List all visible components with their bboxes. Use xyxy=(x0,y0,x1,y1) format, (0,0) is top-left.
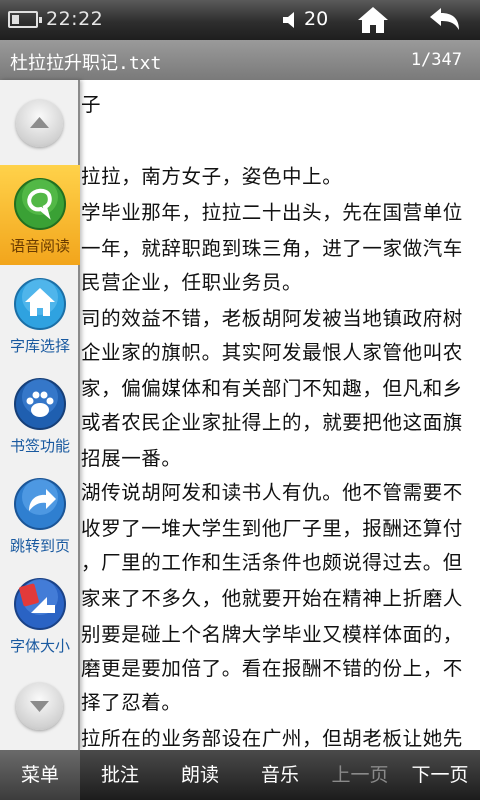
text-line: 民营企业，任职业务员。 xyxy=(81,271,303,294)
text-line: 择了忍着。 xyxy=(81,691,182,714)
text-line: 拉拉，南方女子，姿色中上。 xyxy=(81,165,343,188)
bottom-menu-bar: 菜单 批注 朗读 音乐 上一页 下一页 xyxy=(0,750,480,800)
triangle-up-icon xyxy=(30,117,49,128)
text-line: 学毕业那年，拉拉二十出头，先在国营单位 xyxy=(81,201,463,224)
scroll-up-button[interactable] xyxy=(16,100,63,147)
text-line: 拉所在的业务部设在广州，但胡老板让她先 xyxy=(81,727,463,750)
text-line: 子 xyxy=(81,93,102,116)
text-line: ，厂里的工作和生活条件也颇说得过去。但 xyxy=(81,551,463,574)
text-line: 司的效益不错，老板胡阿发被当地镇政府树 xyxy=(81,307,463,330)
read-aloud-button[interactable]: 朗读 xyxy=(160,750,240,800)
menu-button[interactable]: 菜单 xyxy=(0,750,80,800)
paw-icon xyxy=(14,378,66,430)
annotate-button[interactable]: 批注 xyxy=(80,750,160,800)
speech-bubble-icon xyxy=(14,178,66,230)
tool-label: 书签功能 xyxy=(9,437,70,455)
battery-icon xyxy=(8,11,42,28)
text-line: 别要是碰上个名牌大学毕业又模样体面的， xyxy=(81,623,463,646)
clock: 22:22 xyxy=(46,8,104,30)
title-bar: 杜拉拉升职记.txt 1/347 xyxy=(0,40,480,80)
text-line: 磨更是要加倍了。看在报酬不错的份上，不 xyxy=(81,657,463,680)
text-line: 湖传说胡阿发和读书人有仇。他不管需要不 xyxy=(81,481,463,504)
book-title: 杜拉拉升职记.txt xyxy=(10,53,162,74)
prev-page-button[interactable]: 上一页 xyxy=(320,750,400,800)
home-icon[interactable] xyxy=(356,5,390,35)
reading-area[interactable]: 子 拉拉，南方女子，姿色中上。 学毕业那年，拉拉二十出头，先在国营单位 一年，就… xyxy=(80,80,480,750)
text-line: 收罗了一堆大学生到他厂子里，报酬还算付 xyxy=(81,517,463,540)
back-arrow-icon[interactable] xyxy=(426,5,462,35)
tool-font-size[interactable]: 字体大小 xyxy=(0,565,80,665)
speaker-icon[interactable] xyxy=(281,9,303,31)
text-line: 企业家的旗帜。其实阿发最恨人家管他叫农 xyxy=(81,341,463,364)
volume-level: 20 xyxy=(304,8,329,30)
house-icon xyxy=(14,278,66,330)
arrow-cards-icon xyxy=(14,578,66,630)
tool-sidebar: 语音阅读 字库选择 书签功能 跳转到页 字体大小 xyxy=(0,80,80,750)
text-line: 或者农民企业家扯得上的，就要把他这面旗 xyxy=(81,411,463,434)
text-line: 招展一番。 xyxy=(81,447,182,470)
triangle-down-icon xyxy=(30,701,49,712)
text-line: 一年，就辞职跑到珠三角，进了一家做汽车 xyxy=(81,237,463,260)
reader-app: 22:22 20 杜拉拉升职记.txt 1/347 子 拉拉，南方女子，姿色中上… xyxy=(0,0,480,800)
tool-label: 字体大小 xyxy=(9,637,70,655)
next-page-button[interactable]: 下一页 xyxy=(400,750,480,800)
tool-label: 跳转到页 xyxy=(9,537,70,555)
curved-arrow-icon xyxy=(14,478,66,530)
tool-label: 语音阅读 xyxy=(9,237,70,255)
tool-label: 字库选择 xyxy=(9,337,70,355)
scroll-down-button[interactable] xyxy=(16,683,63,730)
text-line: 家，偏偏媒体和有关部门不知趣，但凡和乡 xyxy=(81,377,463,400)
music-button[interactable]: 音乐 xyxy=(240,750,320,800)
page-indicator: 1/347 xyxy=(410,50,462,70)
text-line: 家来了不多久，他就要开始在精神上折磨人 xyxy=(81,587,463,610)
status-bar: 22:22 20 xyxy=(0,0,480,40)
tool-font-library[interactable]: 字库选择 xyxy=(0,265,80,365)
tool-bookmarks[interactable]: 书签功能 xyxy=(0,365,80,465)
tool-jump-to-page[interactable]: 跳转到页 xyxy=(0,465,80,565)
tool-voice-reading[interactable]: 语音阅读 xyxy=(0,165,80,265)
